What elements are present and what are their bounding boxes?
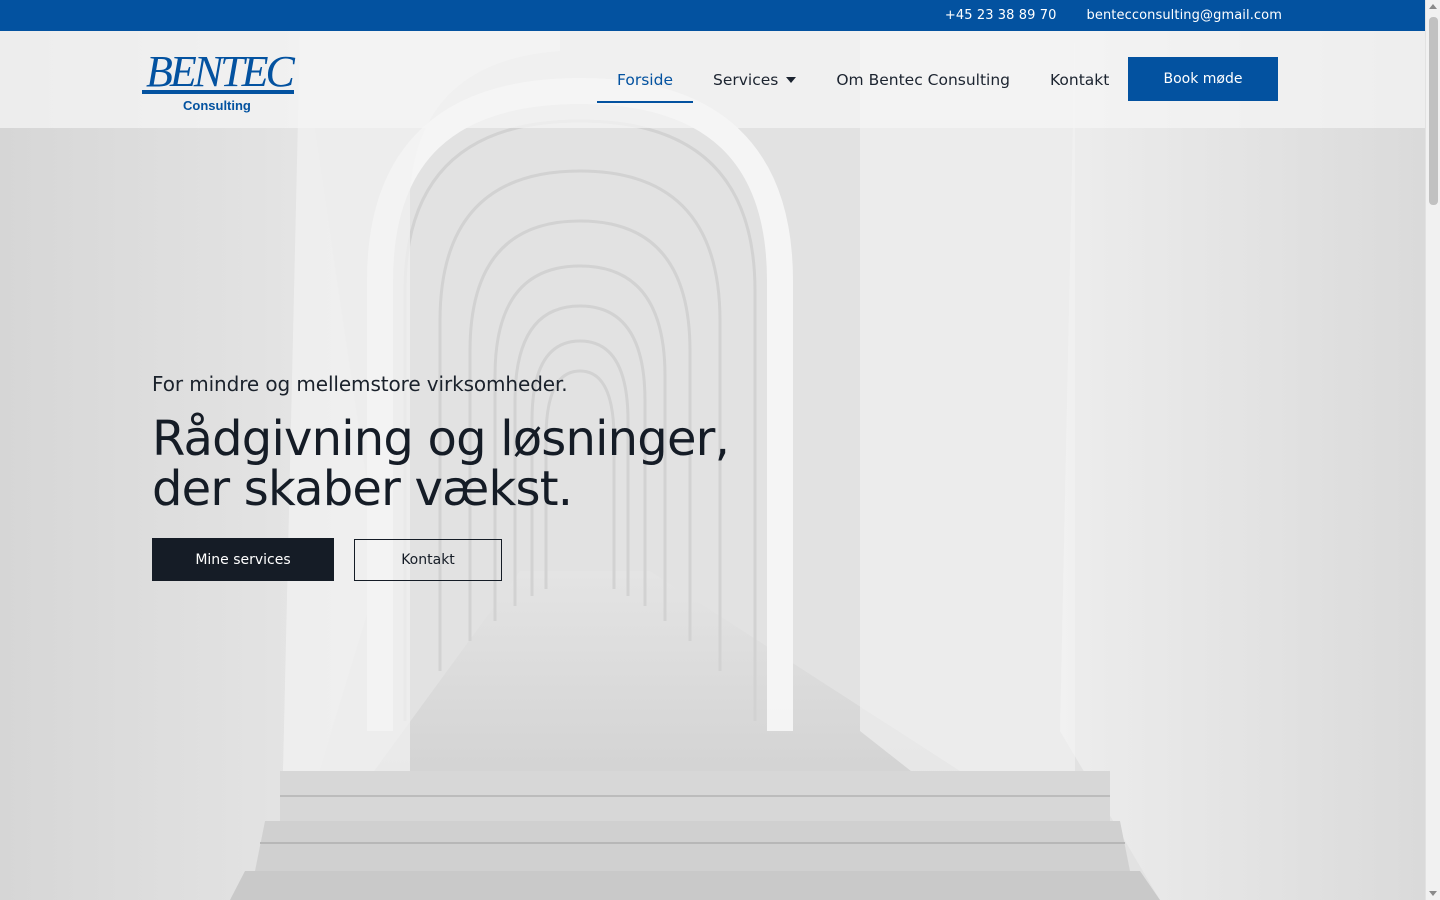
- email-link[interactable]: bentecconsulting@gmail.com: [1087, 8, 1283, 23]
- nav-forside-label: Forside: [617, 70, 673, 89]
- bentec-logo[interactable]: BENTEC Consulting: [142, 44, 296, 116]
- caret-down-icon: [786, 76, 797, 83]
- contact-button[interactable]: Kontakt: [354, 539, 502, 581]
- top-contact-bar: +45 23 38 89 70 bentecconsulting@gmail.c…: [0, 0, 1425, 31]
- nav-kontakt-label: Kontakt: [1050, 70, 1110, 89]
- hero-text: For mindre og mellemstore virksomheder. …: [152, 372, 852, 514]
- phone-link[interactable]: +45 23 38 89 70: [945, 8, 1057, 23]
- scroll-down-icon[interactable]: [1429, 891, 1437, 896]
- svg-text:BENTEC: BENTEC: [146, 47, 295, 96]
- scroll-up-icon[interactable]: [1429, 4, 1437, 9]
- hero-title: Rådgivning og løsninger, der skaber væks…: [152, 414, 852, 514]
- nav-services-label: Services: [712, 70, 779, 89]
- nav-om-bentec[interactable]: Om Bentec Consulting: [816, 57, 1030, 103]
- hero-buttons: Mine services Kontakt: [152, 538, 502, 581]
- hero-title-line1: Rådgivning og løsninger,: [152, 411, 730, 467]
- book-meeting-button[interactable]: Book møde: [1128, 57, 1278, 101]
- nav-services[interactable]: Services: [693, 57, 816, 103]
- bentec-logo-mark: BENTEC Consulting: [142, 47, 296, 113]
- nav-forside[interactable]: Forside: [597, 57, 693, 103]
- page-scrollbar[interactable]: [1425, 0, 1440, 900]
- hero-title-line2: der skaber vækst.: [152, 461, 573, 517]
- svg-text:Consulting: Consulting: [183, 98, 251, 113]
- hero-subtitle: For mindre og mellemstore virksomheder.: [152, 372, 568, 396]
- nav-kontakt[interactable]: Kontakt: [1030, 57, 1129, 103]
- nav-om-bentec-label: Om Bentec Consulting: [836, 70, 1011, 89]
- scroll-thumb[interactable]: [1429, 17, 1438, 205]
- main-nav: Forside Services Om Bentec Consulting Ko…: [597, 31, 1129, 128]
- services-button[interactable]: Mine services: [152, 538, 334, 581]
